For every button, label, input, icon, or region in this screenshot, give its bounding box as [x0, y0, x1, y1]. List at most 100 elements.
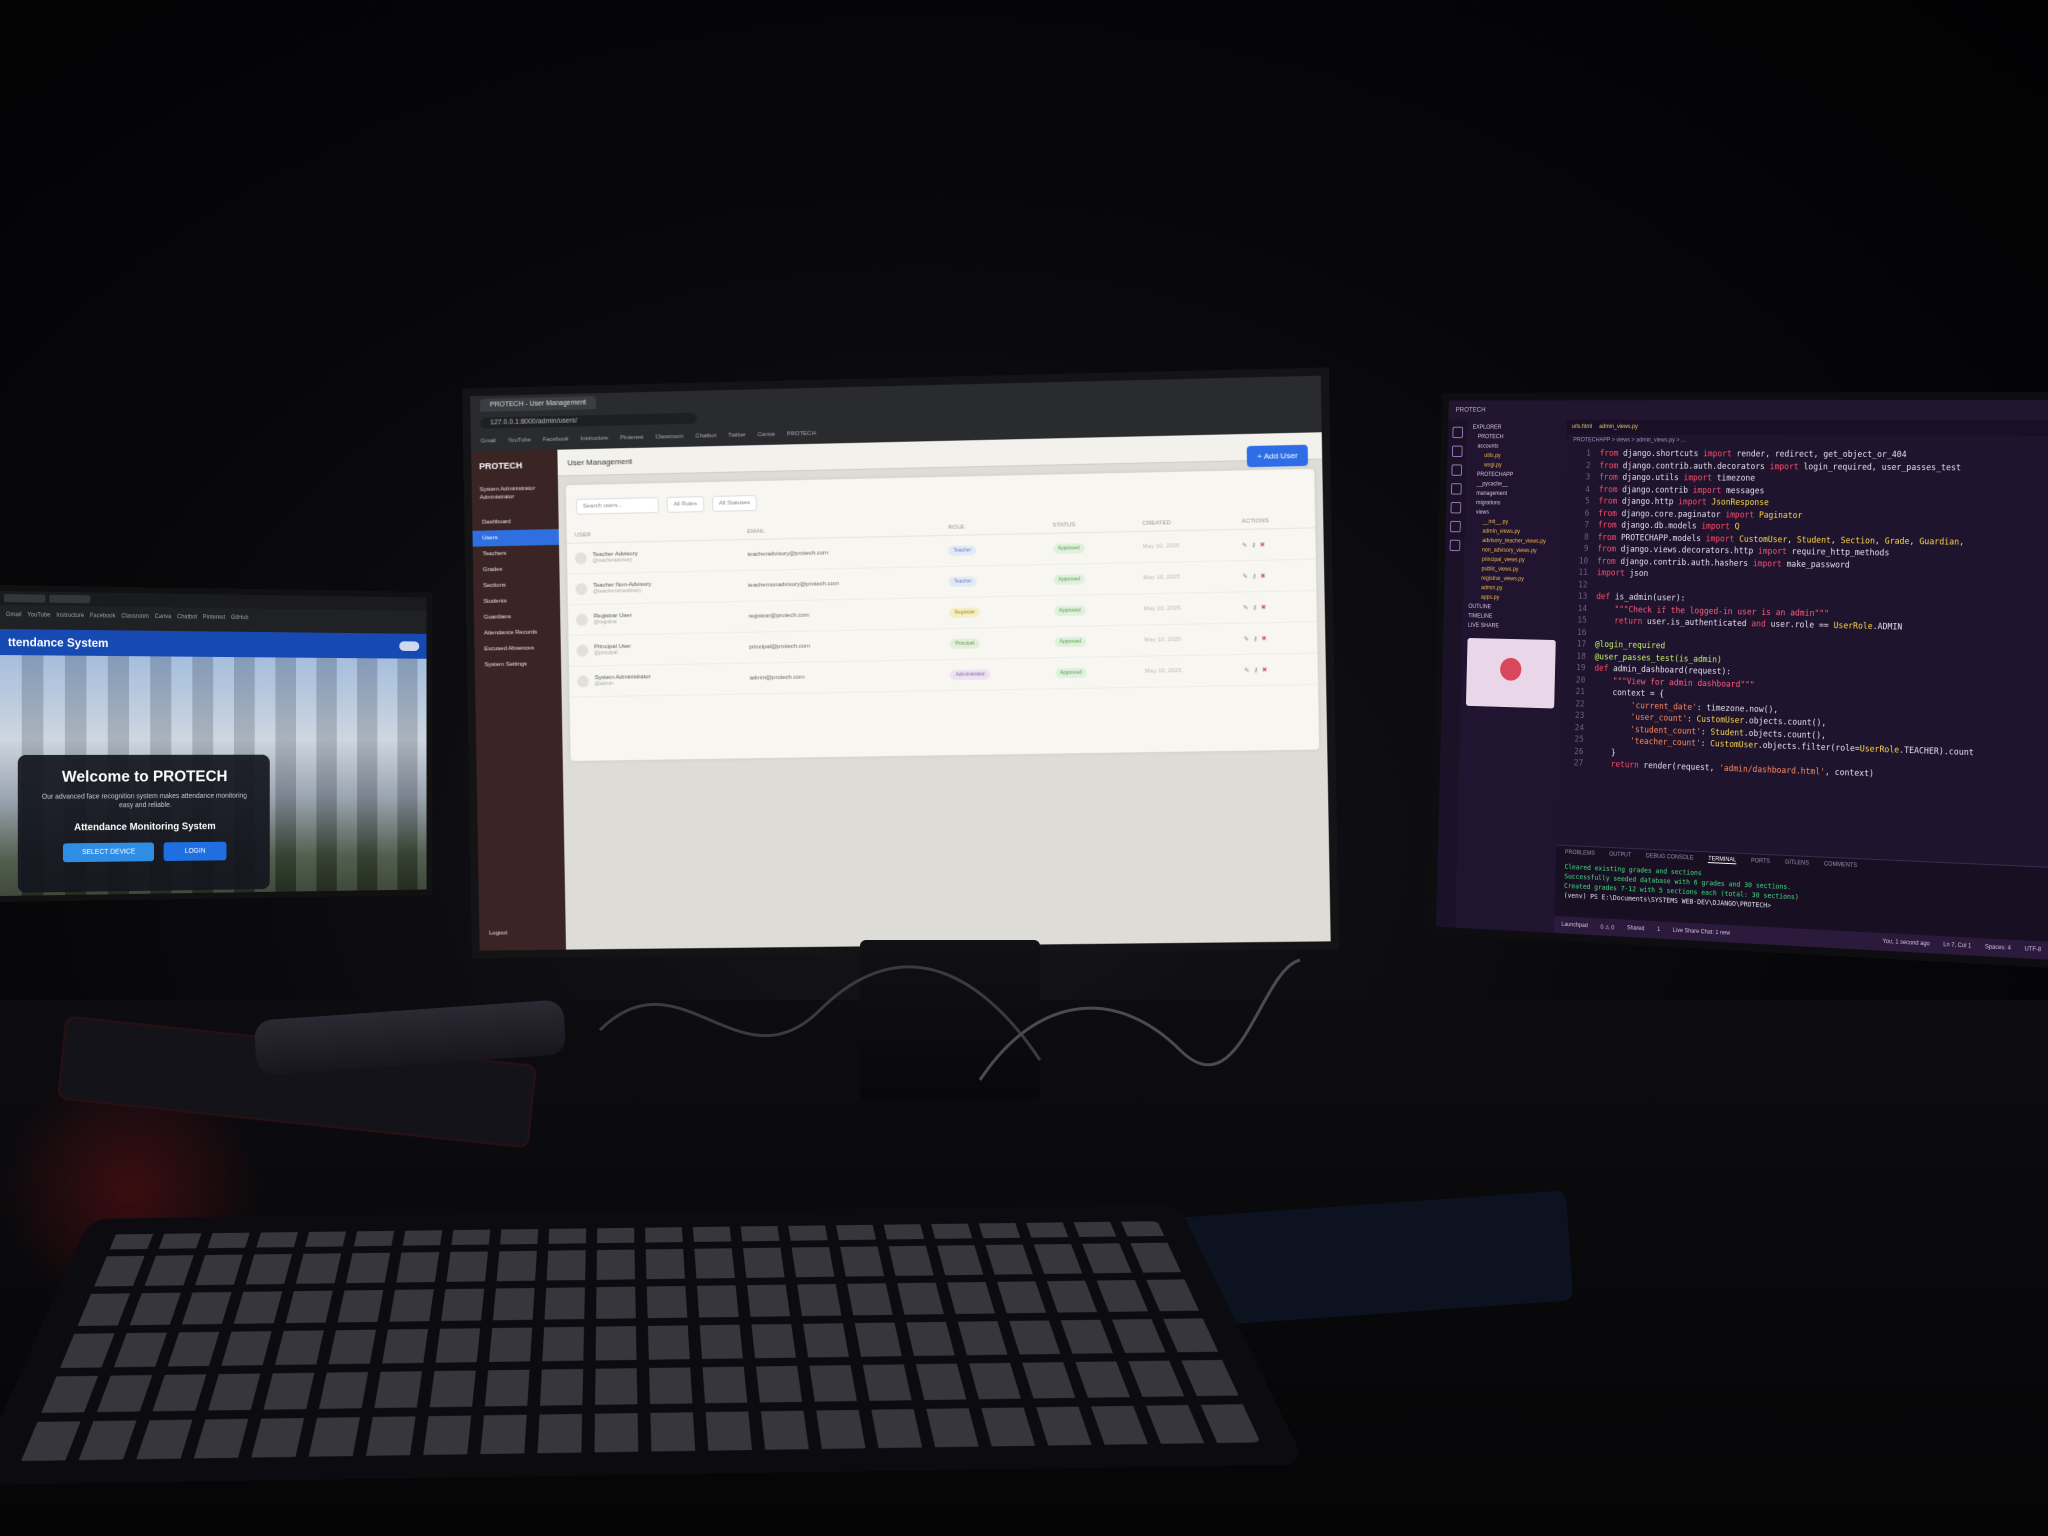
bookmark-link[interactable]: PROTECH — [787, 431, 816, 438]
keyboard[interactable] — [0, 1205, 1307, 1485]
bookmark-link[interactable]: Gmail — [6, 612, 21, 618]
user-name-wrap: Principal User @principal — [594, 644, 631, 657]
search-input[interactable]: Search users... — [575, 497, 659, 515]
sidebar-item-system-settings[interactable]: System Settings — [475, 656, 562, 673]
panel-tab[interactable]: TERMINAL — [1708, 856, 1737, 865]
sidebar-item-excused-absences[interactable]: Excused Absences — [474, 640, 561, 657]
status-badge: Approved — [1054, 636, 1087, 648]
sidebar-item-dashboard[interactable]: Dashboard — [472, 513, 559, 531]
user-cell: Teacher Advisory @teacheradvisory — [566, 539, 740, 575]
sidebar-item-students[interactable]: Students — [474, 592, 561, 610]
bookmark-link[interactable]: Chatbot — [695, 433, 716, 439]
bookmark-link[interactable]: Canva — [155, 614, 172, 620]
welcome-subtitle: Attendance Monitoring System — [74, 821, 216, 834]
code-area[interactable]: 1 from django.shortcuts import render, re… — [1558, 446, 2048, 789]
browser-tab-active[interactable]: PROTECH - User Management — [479, 395, 597, 412]
bookmark-link[interactable]: Gmail — [481, 438, 496, 444]
sidebar-item-attendance-records[interactable]: Attendance Records — [474, 624, 561, 641]
sidebar-item-users[interactable]: Users — [472, 528, 560, 547]
address-bar[interactable]: 127.0.0.1:8000/admin/users/ — [480, 412, 697, 429]
editor-tab[interactable]: admin_views.py — [1599, 424, 1638, 430]
status-item[interactable]: 0 ⚠ 0 — [1600, 924, 1614, 930]
theme-toggle[interactable] — [399, 641, 420, 652]
browser-tab[interactable] — [3, 594, 46, 603]
bookmark-link[interactable]: Facebook — [90, 613, 116, 619]
sidebar-item-grades[interactable]: Grades — [473, 560, 560, 578]
bookmark-link[interactable]: Instructure — [580, 436, 608, 443]
editor-tab[interactable]: urls.html — [1572, 424, 1592, 430]
status-item[interactable]: Shared — [1627, 925, 1645, 933]
user-name-wrap: Registrar User @registrar — [594, 613, 632, 626]
status-cell: Approved — [1045, 562, 1136, 596]
sidebar-user: System Administrator Administrator — [472, 479, 559, 514]
account-icon[interactable] — [1450, 520, 1461, 533]
bookmark-link[interactable]: Pinterest — [620, 435, 643, 441]
status-item[interactable]: 1 — [1657, 927, 1660, 934]
bookmark-link[interactable]: GitHub — [231, 615, 249, 621]
panel-tab[interactable]: DEBUG CONSOLE — [1646, 853, 1694, 862]
panel-tab[interactable]: OUTPUT — [1609, 852, 1631, 860]
bookmark-link[interactable]: Classroom — [121, 614, 149, 620]
editor-tabs: urls.html admin_views.py — [1566, 419, 2048, 436]
role-filter-select[interactable]: All Roles — [666, 496, 705, 513]
user-cell: System Administrator @admin — [568, 663, 742, 698]
delete-icon[interactable]: ✖ — [1262, 667, 1271, 673]
status-item[interactable]: Spaces: 4 — [1985, 944, 2011, 951]
bookmark-link[interactable]: Chatbot — [177, 614, 197, 620]
bookmark-link[interactable]: Classroom — [655, 434, 683, 441]
user-handle: @teachernonadvisory — [593, 587, 642, 595]
user-handle: @teacheradvisory — [592, 557, 633, 565]
extensions-icon[interactable] — [1450, 502, 1462, 514]
sidebar-item-sections[interactable]: Sections — [473, 576, 560, 594]
delete-icon[interactable]: ✖ — [1260, 573, 1269, 579]
edit-icon[interactable]: ✎ — [1242, 542, 1251, 548]
bookmark-link[interactable]: Pinterest — [203, 615, 225, 621]
panel-tab[interactable]: PORTS — [1751, 858, 1770, 866]
sidebar-item-teachers[interactable]: Teachers — [473, 544, 560, 562]
bookmark-link[interactable]: Instructure — [56, 613, 84, 619]
role-badge: Administrator — [950, 669, 991, 681]
add-user-button[interactable]: + Add User — [1246, 444, 1309, 468]
edit-icon[interactable]: ✎ — [1244, 667, 1253, 673]
select-device-button[interactable]: SELECT DEVICE — [62, 842, 155, 863]
panel-tab[interactable]: COMMENTS — [1824, 862, 1857, 870]
bookmark-link[interactable]: YouTube — [508, 437, 531, 443]
right-monitor: PROTECH EXPLORER PROTECH accounts utils.py… — [1429, 391, 2048, 968]
delete-icon[interactable]: ✖ — [1261, 604, 1270, 610]
status-item[interactable]: Ln 7, Col 1 — [1943, 942, 1971, 949]
sidebar-item-guardians[interactable]: Guardians — [474, 608, 561, 625]
status-item[interactable]: Launchpad — [1561, 921, 1588, 929]
status-badge: Approved — [1053, 574, 1086, 585]
bookmark-link[interactable]: Facebook — [543, 437, 569, 444]
search-icon[interactable] — [1451, 445, 1463, 457]
edit-icon[interactable]: ✎ — [1243, 605, 1252, 611]
panel-tab[interactable]: PROBLEMS — [1565, 850, 1595, 858]
explorer-item[interactable]: PROTECH — [1472, 432, 1561, 442]
panel-tab[interactable]: GITLENS — [1785, 860, 1809, 868]
delete-icon[interactable]: ✖ — [1261, 636, 1270, 642]
explorer-item[interactable]: LIVE SHARE — [1468, 621, 1556, 632]
login-button[interactable]: LOGIN — [163, 841, 227, 862]
cables — [598, 958, 1301, 1081]
bookmark-link[interactable]: Canva — [758, 432, 775, 438]
explorer-item[interactable]: wsgi.py — [1472, 461, 1561, 471]
explorer-item[interactable]: utils.py — [1472, 451, 1561, 461]
run-debug-icon[interactable] — [1450, 483, 1462, 495]
source-control-icon[interactable] — [1451, 464, 1463, 476]
logout-link[interactable]: Logout — [489, 930, 507, 936]
bookmark-link[interactable]: Twitter — [728, 432, 746, 438]
status-item[interactable]: UTF-8 — [2024, 946, 2041, 953]
settings-gear-icon[interactable] — [1449, 539, 1461, 552]
bookmark-link[interactable]: YouTube — [27, 612, 50, 618]
browser-tab[interactable] — [49, 594, 91, 604]
status-item[interactable]: Live Share Chat: 1 new — [1673, 927, 1730, 937]
explorer-item[interactable]: accounts — [1472, 442, 1561, 452]
role-badge: Teacher — [948, 576, 977, 587]
delete-icon[interactable]: ✖ — [1260, 542, 1269, 548]
actions-cell: ✎⚷✖ — [1234, 559, 1317, 593]
status-item[interactable]: You, 1 second ago — [1882, 939, 1929, 947]
edit-icon[interactable]: ✎ — [1244, 636, 1253, 642]
files-icon[interactable] — [1452, 426, 1464, 439]
edit-icon[interactable]: ✎ — [1243, 574, 1252, 580]
status-filter-select[interactable]: All Statuses — [711, 494, 758, 512]
